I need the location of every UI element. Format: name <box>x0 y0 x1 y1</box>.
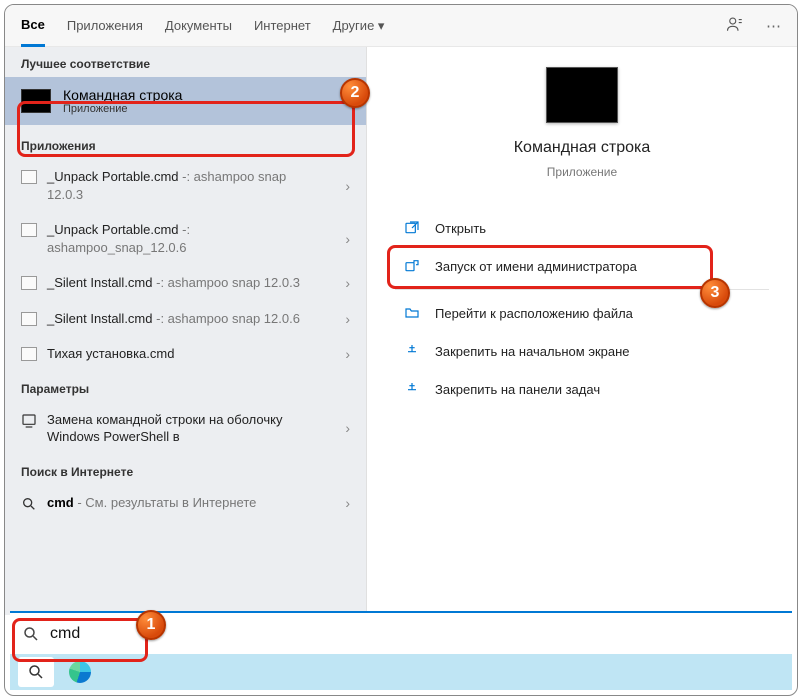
cmd-icon <box>21 89 51 113</box>
file-icon <box>21 223 37 237</box>
search-flyout: Все Приложения Документы Интернет Другие… <box>4 4 798 696</box>
file-icon <box>21 312 37 326</box>
settings-result[interactable]: Замена командной строки на оболочку Wind… <box>5 402 366 455</box>
action-pin-taskbar[interactable]: Закрепить на панели задач <box>395 370 769 408</box>
search-icon <box>21 496 37 512</box>
tab-more[interactable]: Другие ▾ <box>333 6 385 46</box>
chevron-right-icon: › <box>345 420 350 436</box>
section-best-match: Лучшее соответствие <box>5 47 366 77</box>
preview-title: Командная строка <box>514 139 651 157</box>
annotation-badge-2: 2 <box>340 78 370 108</box>
search-icon <box>22 625 40 643</box>
preview-actions: Открыть Запуск от имени администратора П… <box>395 209 769 408</box>
results-list: Лучшее соответствие Командная строка При… <box>5 47 367 615</box>
chevron-right-icon: › <box>345 178 350 194</box>
app-result[interactable]: Тихая установка.cmd › <box>5 336 366 372</box>
preview-subtitle: Приложение <box>547 165 617 179</box>
cmd-preview-icon <box>546 67 618 123</box>
best-match-subtitle: Приложение <box>63 103 182 115</box>
more-options-icon[interactable]: ⋯ <box>766 17 781 35</box>
tab-all[interactable]: Все <box>21 5 45 47</box>
taskbar-edge-button[interactable] <box>62 657 98 687</box>
result-tabs: Все Приложения Документы Интернет Другие… <box>5 5 797 47</box>
section-web: Поиск в Интернете <box>5 455 366 485</box>
web-result[interactable]: cmd - См. результаты в Интернете › <box>5 485 366 521</box>
chevron-down-icon: ▾ <box>378 18 385 33</box>
chevron-right-icon: › <box>345 311 350 327</box>
chevron-right-icon: › <box>345 346 350 362</box>
file-icon <box>21 347 37 361</box>
shield-icon <box>403 257 421 275</box>
file-icon <box>21 170 37 184</box>
action-pin-start[interactable]: Закрепить на начальном экране <box>395 332 769 370</box>
open-icon <box>403 219 421 237</box>
pin-icon <box>403 342 421 360</box>
taskbar <box>10 654 792 690</box>
tab-apps[interactable]: Приложения <box>67 6 143 45</box>
section-settings: Параметры <box>5 372 366 402</box>
app-result[interactable]: _Unpack Portable.cmd -: ashampoo_snap_12… <box>5 212 366 265</box>
settings-icon <box>21 413 37 429</box>
best-match-title: Командная строка <box>63 87 182 103</box>
search-icon <box>27 663 45 681</box>
best-match-item[interactable]: Командная строка Приложение <box>5 77 366 125</box>
tab-internet[interactable]: Интернет <box>254 6 311 45</box>
feedback-icon[interactable] <box>726 15 744 37</box>
annotation-badge-3: 3 <box>700 278 730 308</box>
chevron-right-icon: › <box>345 231 350 247</box>
chevron-right-icon: › <box>345 275 350 291</box>
taskbar-search-button[interactable] <box>18 657 54 687</box>
edge-icon <box>69 661 91 683</box>
chevron-right-icon: › <box>345 495 350 511</box>
folder-icon <box>403 304 421 322</box>
file-icon <box>21 276 37 290</box>
tab-documents[interactable]: Документы <box>165 6 232 45</box>
preview-pane: Командная строка Приложение Открыть Запу… <box>367 47 797 615</box>
app-result[interactable]: _Silent Install.cmd -: ashampoo snap 12.… <box>5 265 366 301</box>
action-open[interactable]: Открыть <box>395 209 769 247</box>
app-result[interactable]: _Silent Install.cmd -: ashampoo snap 12.… <box>5 301 366 337</box>
app-result[interactable]: _Unpack Portable.cmd -: ashampoo snap 12… <box>5 159 366 212</box>
section-apps: Приложения <box>5 129 366 159</box>
search-bar <box>10 611 792 655</box>
annotation-badge-1: 1 <box>136 610 166 640</box>
pin-icon <box>403 380 421 398</box>
